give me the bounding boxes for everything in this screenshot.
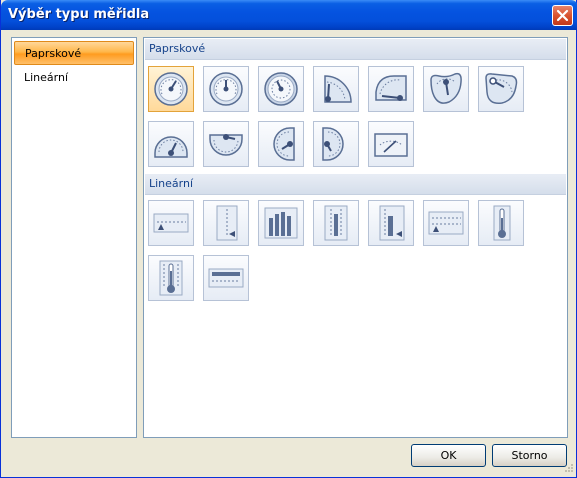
linear-gauge-bars[interactable] xyxy=(258,200,304,246)
linear-gauge-dual-thermometer[interactable] xyxy=(148,255,194,301)
radial-semicircle-gauge-icon xyxy=(209,134,243,156)
radial-gauge-1[interactable] xyxy=(148,66,194,112)
group-header-linear-label: Lineární xyxy=(149,177,194,190)
radial-gauge-3[interactable] xyxy=(258,66,304,112)
radial-shaped-gauge-icon xyxy=(430,72,462,104)
gauge-gallery: Paprskové Lineární xyxy=(143,37,568,438)
radial-shaped-gauge-icon xyxy=(485,73,518,105)
radial-semicircle-gauge-icon xyxy=(273,127,295,161)
linear-gauge-dual[interactable] xyxy=(313,200,359,246)
radial-gauge-icon xyxy=(154,72,188,106)
group-header-radial-label: Paprskové xyxy=(149,42,206,55)
linear-bar-gauge-icon xyxy=(264,207,298,239)
category-linear-label: Lineární xyxy=(24,71,69,84)
radial-semicircle-gauge-icon xyxy=(322,127,344,161)
group-header-radial: Paprskové xyxy=(145,39,566,60)
radial-gauge-semicircle[interactable] xyxy=(148,121,194,167)
radial-gauge-shaped-2[interactable] xyxy=(478,66,524,112)
radial-quarter-gauge-icon xyxy=(324,75,352,103)
radial-gauge-icon xyxy=(264,72,298,106)
resize-grip-icon[interactable] xyxy=(562,463,574,475)
radial-gauge-semicircle-left[interactable] xyxy=(258,121,304,167)
window-title: Výběr typu měřidla xyxy=(8,7,150,22)
radial-gauge-meter[interactable] xyxy=(368,121,414,167)
cancel-button[interactable]: Storno xyxy=(492,444,567,467)
linear-vertical-gauge-icon xyxy=(216,205,238,241)
title-bar[interactable]: Výběr typu měřidla xyxy=(1,0,577,30)
linear-gauge-2[interactable] xyxy=(203,200,249,246)
linear-gauge-thermometer[interactable] xyxy=(478,200,524,246)
linear-dual-gauge-icon xyxy=(324,205,348,241)
category-linear[interactable]: Lineární xyxy=(14,66,134,90)
radial-gauge-icon xyxy=(209,72,243,106)
radial-gauge-half-left[interactable] xyxy=(368,66,414,112)
linear-horizontal-gauge-icon xyxy=(153,213,189,233)
radial-gauge-semicircle-right[interactable] xyxy=(313,121,359,167)
radial-gauge-quarter[interactable] xyxy=(313,66,359,112)
radial-gauge-semicircle-inverted[interactable] xyxy=(203,121,249,167)
radial-meter-gauge-icon xyxy=(374,133,408,157)
linear-gauge-vertical-bar[interactable] xyxy=(368,200,414,246)
group-header-linear: Lineární xyxy=(145,174,566,195)
thermometer-gauge-icon xyxy=(493,205,511,241)
dialog-window: Výběr typu měřidla Paprskové Lineární Pa… xyxy=(0,0,577,478)
radial-half-gauge-icon xyxy=(375,75,407,101)
category-list: Paprskové Lineární xyxy=(11,37,137,438)
radial-gauge-shaped-1[interactable] xyxy=(423,66,469,112)
category-radial[interactable]: Paprskové xyxy=(14,41,134,65)
radial-semicircle-gauge-icon xyxy=(154,136,188,158)
thermometer-gauge-icon xyxy=(159,260,183,296)
linear-gauge-1[interactable] xyxy=(148,200,194,246)
close-icon xyxy=(556,9,569,22)
linear-gauge-horizontal-bar[interactable] xyxy=(203,255,249,301)
ok-button[interactable]: OK xyxy=(411,444,486,467)
close-button[interactable] xyxy=(552,5,573,26)
category-radial-label: Paprskové xyxy=(25,47,82,60)
linear-vertical-bar-gauge-icon xyxy=(379,205,405,241)
linear-horizontal-gauge-icon xyxy=(428,211,464,235)
linear-gauge-horizontal-2[interactable] xyxy=(423,200,469,246)
radial-gauge-2[interactable] xyxy=(203,66,249,112)
linear-horizontal-bar-gauge-icon xyxy=(208,268,244,288)
